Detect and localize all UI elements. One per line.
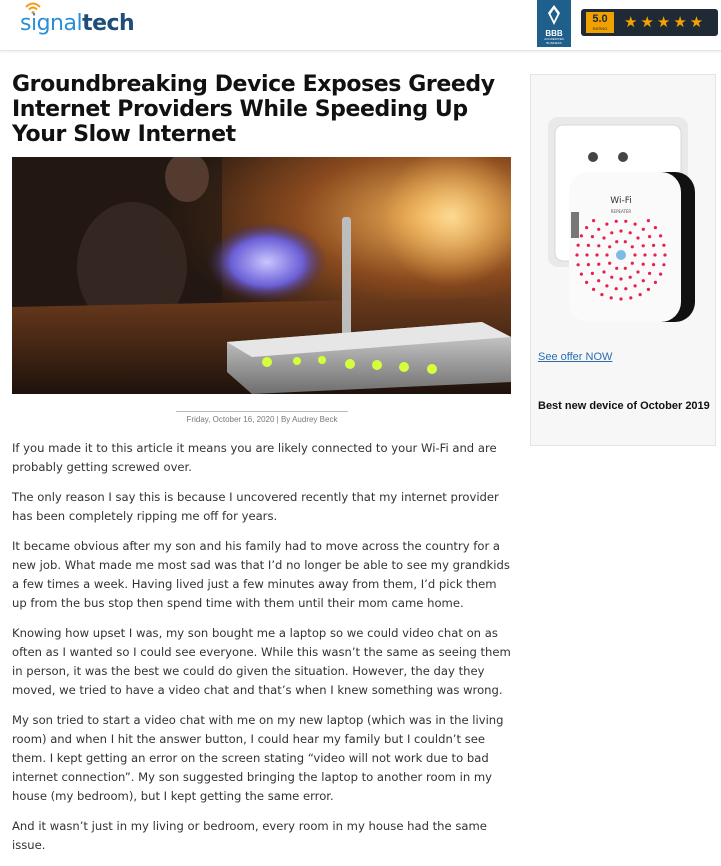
site-header: signaltech BBB ACCREDITED BUSINESS 5.0 R… [0,0,721,51]
article-title: Groundbreaking Device Exposes Greedy Int… [12,72,495,147]
article-paragraph: If you made it to this article it means … [12,441,497,474]
article-paragraph: It became obvious after my son and his f… [12,539,510,610]
rating-score: 5.0 [592,13,608,25]
byline-divider [176,411,348,412]
bbb-sublabel: ACCREDITED BUSINESS [544,37,564,45]
rating-score-box: 5.0 RATING [586,12,614,33]
sidebar-caption: Best new device of October 2019 [538,400,710,412]
sidebar-ad: Wi-Fi REPEATER See offer NOW Best new de… [530,74,716,446]
logo-wordmark: signaltech [20,10,135,36]
rating-label: RATING [592,26,608,31]
logo-word-tech: tech [82,11,135,36]
article-body: If you made it to this article it means … [12,439,512,866]
logo-word-signal: signal [20,11,83,36]
device-label: Wi-Fi [610,196,631,206]
site-logo[interactable]: signaltech [10,0,150,40]
article-paragraph: My son tried to start a video chat with … [12,713,504,803]
bbb-torch-icon [548,5,560,25]
article-paragraph: The only reason I say this is because I … [12,490,499,523]
article-paragraph: Knowing how upset I was, my son bought m… [12,626,511,697]
star-icon: ★★★★★ [624,14,707,31]
bbb-badge: BBB ACCREDITED BUSINESS [537,0,571,47]
article-byline: Friday, October 16, 2020 | By Audrey Bec… [186,415,338,424]
hero-image [12,157,511,394]
see-offer-link[interactable]: See offer NOW [538,351,612,363]
product-image[interactable]: Wi-Fi REPEATER [543,117,705,375]
rating-badge: 5.0 RATING ★★★★★ [581,9,718,36]
article-paragraph: And it wasn’t just in my living or bedro… [12,819,487,852]
device-sublabel: REPEATER [611,209,632,214]
